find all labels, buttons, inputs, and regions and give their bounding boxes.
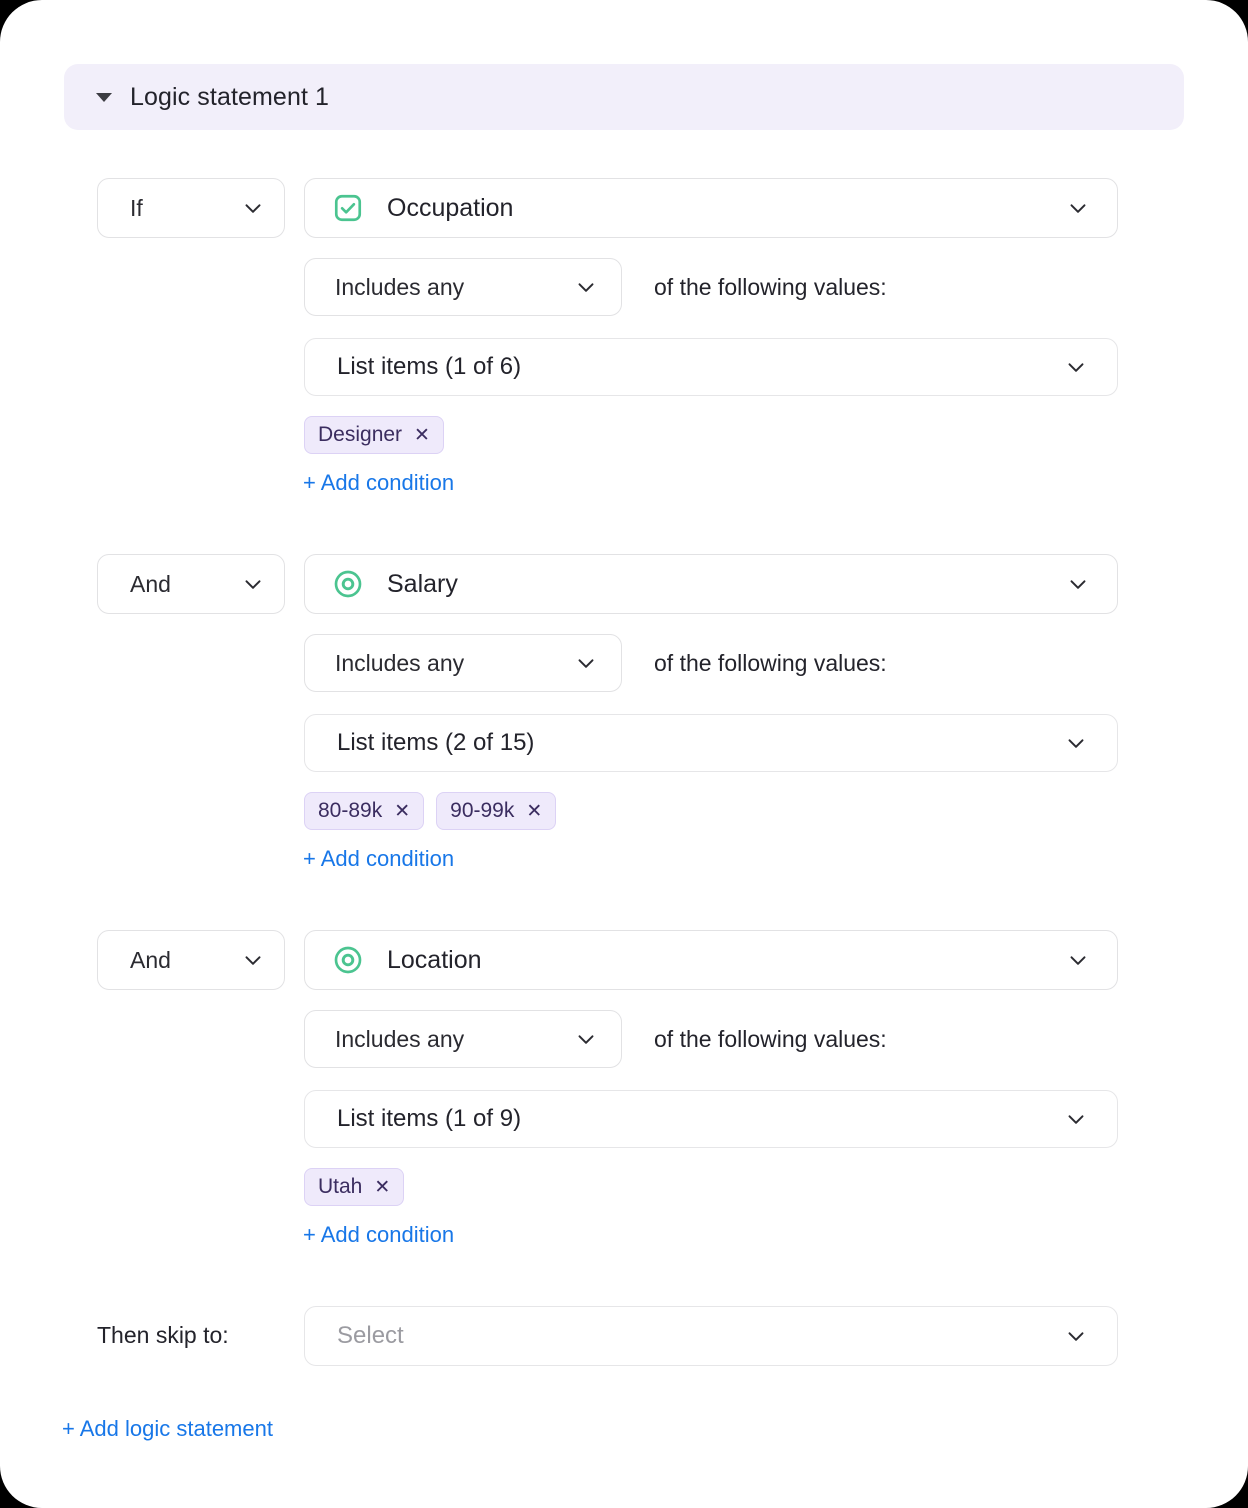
value-tag[interactable]: 90-99k ✕ — [436, 792, 557, 830]
chevron-down-icon[interactable] — [1065, 195, 1091, 221]
condition-values-row: List items (1 of 6) — [0, 338, 1248, 396]
chevron-down-icon[interactable] — [573, 1026, 599, 1052]
skip-target-select[interactable]: Select — [304, 1306, 1118, 1366]
tag-label: 90-99k — [450, 799, 515, 822]
condition-operator-row: Includes any of the following values: — [0, 258, 1248, 316]
connector-label: If — [130, 194, 143, 221]
field-select[interactable]: Salary — [304, 554, 1118, 614]
operator-suffix-text: of the following values: — [654, 650, 887, 676]
add-condition-link[interactable]: + Add condition — [0, 1222, 454, 1248]
skip-target-placeholder: Select — [337, 1322, 404, 1349]
connector-dropdown[interactable]: And — [97, 554, 285, 614]
chevron-down-icon[interactable] — [1063, 1106, 1089, 1132]
field-name: Occupation — [387, 193, 514, 222]
operator-label: Includes any — [335, 1025, 465, 1052]
add-condition-link[interactable]: + Add condition — [0, 470, 454, 496]
chevron-down-icon[interactable] — [1063, 354, 1089, 380]
add-logic-statement-link[interactable]: + Add logic statement — [62, 1416, 273, 1442]
chevron-down-icon[interactable] — [1065, 947, 1091, 973]
chevron-down-icon[interactable] — [573, 650, 599, 676]
tag-label: 80-89k — [318, 799, 383, 822]
selected-tags: Designer ✕ — [0, 416, 1248, 456]
operator-label: Includes any — [335, 273, 465, 300]
condition-field-row: If Occupation — [0, 178, 1248, 238]
connector-label: And — [130, 570, 171, 597]
condition-values-row: List items (1 of 9) — [0, 1090, 1248, 1148]
value-tag[interactable]: Designer ✕ — [304, 416, 444, 454]
field-select[interactable]: Location — [304, 930, 1118, 990]
caret-down-icon[interactable] — [96, 92, 112, 102]
chevron-down-icon[interactable] — [1063, 1323, 1089, 1349]
operator-label: Includes any — [335, 649, 465, 676]
condition-field-row: And Location — [0, 930, 1248, 990]
condition-group: If Occupation Includes any of the follow… — [0, 178, 1248, 496]
chevron-down-icon[interactable] — [240, 195, 266, 221]
condition-operator-row: Includes any of the following values: — [0, 634, 1248, 692]
then-skip-to-row: Then skip to: Select — [0, 1306, 1248, 1366]
connector-dropdown[interactable]: If — [97, 178, 285, 238]
field-name: Salary — [387, 569, 458, 598]
chevron-down-icon[interactable] — [1063, 730, 1089, 756]
list-items-select[interactable]: List items (1 of 6) — [304, 338, 1118, 396]
radio-button-icon — [331, 943, 365, 977]
condition-group: And Salary Includes any of the following… — [0, 554, 1248, 872]
operator-suffix-text: of the following values: — [654, 1026, 887, 1052]
list-items-label: List items (2 of 15) — [337, 729, 535, 756]
tag-label: Designer — [318, 423, 403, 446]
condition-field-row: And Salary — [0, 554, 1248, 614]
operator-dropdown[interactable]: Includes any — [304, 634, 622, 692]
condition-operator-row: Includes any of the following values: — [0, 1010, 1248, 1068]
logic-builder-card: Logic statement 1 If Occupation Includes… — [0, 0, 1248, 1508]
remove-tag-icon[interactable]: ✕ — [394, 802, 410, 821]
selected-tags: Utah ✕ — [0, 1168, 1248, 1208]
list-items-select[interactable]: List items (1 of 9) — [304, 1090, 1118, 1148]
add-condition-link[interactable]: + Add condition — [0, 846, 454, 872]
condition-group: And Location Includes any of the followi… — [0, 930, 1248, 1248]
tag-label: Utah — [318, 1175, 363, 1198]
remove-tag-icon[interactable]: ✕ — [374, 1178, 390, 1197]
value-tag[interactable]: Utah ✕ — [304, 1168, 405, 1206]
list-items-label: List items (1 of 9) — [337, 1105, 522, 1132]
connector-dropdown[interactable]: And — [97, 930, 285, 990]
field-select[interactable]: Occupation — [304, 178, 1118, 238]
remove-tag-icon[interactable]: ✕ — [526, 802, 542, 821]
radio-button-icon — [331, 567, 365, 601]
selected-tags: 80-89k ✕ 90-99k ✕ — [0, 792, 1248, 832]
field-name: Location — [387, 945, 482, 974]
condition-values-row: List items (2 of 15) — [0, 714, 1248, 772]
remove-tag-icon[interactable]: ✕ — [414, 426, 430, 445]
then-skip-to-label: Then skip to: — [97, 1322, 229, 1348]
operator-dropdown[interactable]: Includes any — [304, 258, 622, 316]
chevron-down-icon[interactable] — [240, 571, 266, 597]
logic-statement-title: Logic statement 1 — [130, 82, 330, 111]
chevron-down-icon[interactable] — [240, 947, 266, 973]
logic-statement-header[interactable]: Logic statement 1 — [64, 64, 1184, 130]
value-tag[interactable]: 80-89k ✕ — [304, 792, 425, 830]
operator-suffix-text: of the following values: — [654, 274, 887, 300]
chevron-down-icon[interactable] — [573, 274, 599, 300]
checkbox-checked-icon — [331, 191, 365, 225]
chevron-down-icon[interactable] — [1065, 571, 1091, 597]
list-items-label: List items (1 of 6) — [337, 353, 522, 380]
operator-dropdown[interactable]: Includes any — [304, 1010, 622, 1068]
connector-label: And — [130, 946, 171, 973]
list-items-select[interactable]: List items (2 of 15) — [304, 714, 1118, 772]
